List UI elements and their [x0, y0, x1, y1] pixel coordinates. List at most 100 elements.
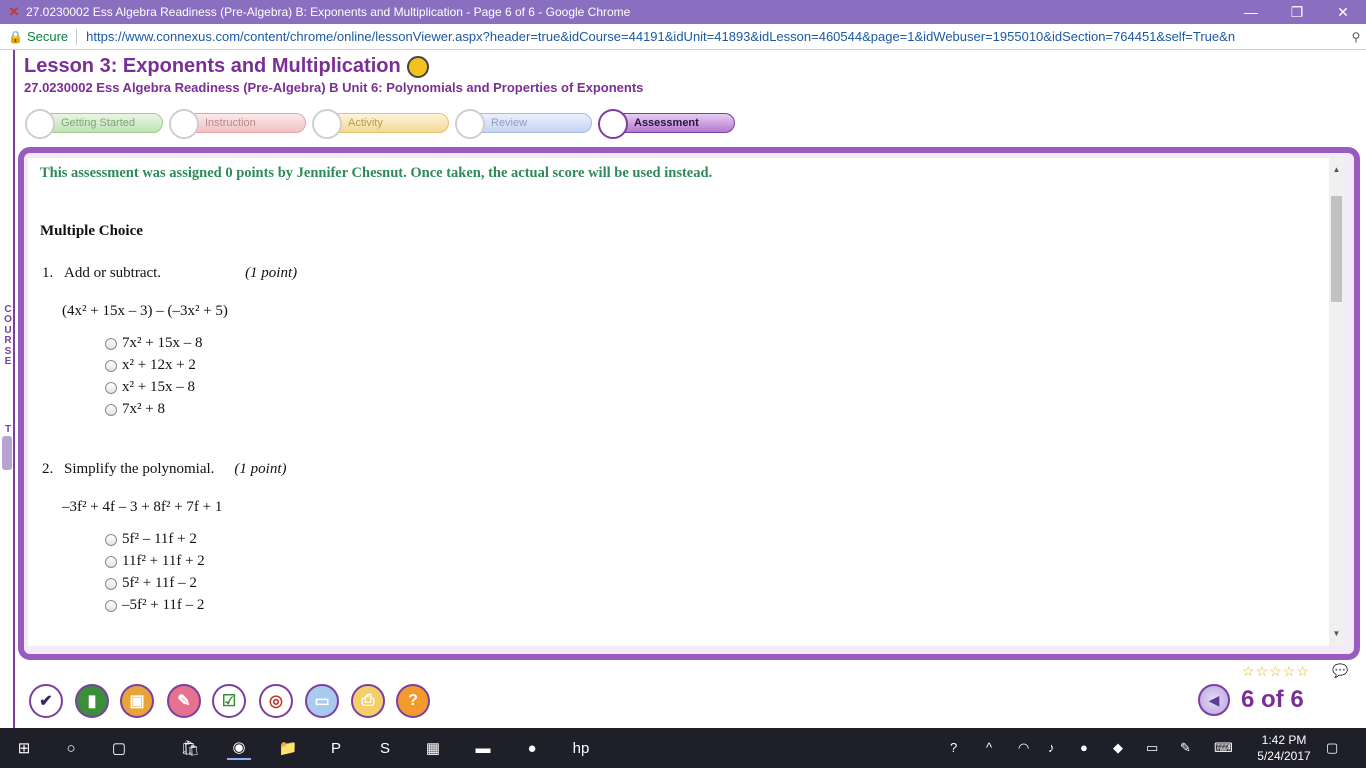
answer-option[interactable]: 7x² + 8	[105, 401, 165, 418]
answer-option[interactable]: 5f² – 11f + 2	[105, 531, 197, 548]
help-tray-icon[interactable]: ?	[950, 740, 957, 755]
radio-button[interactable]	[105, 337, 117, 350]
answer-option[interactable]: 5f² + 11f – 2	[105, 575, 197, 592]
radio-button[interactable]	[105, 359, 117, 372]
restore-button[interactable]: ❐	[1274, 0, 1320, 24]
lock-icon: 🔒	[8, 29, 23, 44]
content-scrollbar[interactable]: ▲ ▼	[1329, 158, 1344, 646]
option-label: 5f² + 11f – 2	[122, 575, 197, 591]
pushpin-icon[interactable]: ✎	[167, 684, 201, 718]
scroll-up-arrow-icon[interactable]: ▲	[1329, 162, 1344, 178]
tab-getting-started[interactable]: Getting Started	[25, 109, 163, 139]
volume-icon[interactable]: ♪	[1048, 740, 1055, 755]
tab-label: Review	[491, 117, 528, 129]
app-tray-icon[interactable]: ●	[1080, 740, 1088, 755]
store-icon[interactable]: 🛍	[178, 736, 202, 760]
question-2-expression: –3f² + 4f – 3 + 8f² + 7f + 1	[62, 499, 223, 515]
calculator-icon[interactable]: ▦	[421, 736, 445, 760]
wifi-icon[interactable]: ◠	[1018, 740, 1029, 756]
previous-page-button[interactable]: ◀	[1198, 684, 1230, 716]
lesson-subtitle: 27.0230002 Ess Algebra Readiness (Pre-Al…	[24, 80, 644, 95]
checkmark-icon[interactable]: ✔	[29, 684, 63, 718]
hp-icon[interactable]: hp	[569, 736, 593, 760]
course-tree-toggle-handle[interactable]	[2, 436, 12, 470]
traffic-light-icon	[25, 109, 55, 139]
radio-button[interactable]	[105, 577, 117, 590]
minimize-button[interactable]: —	[1228, 0, 1274, 24]
printer-icon[interactable]: ⎙	[351, 684, 385, 718]
star-icon[interactable]: ☆	[1256, 663, 1269, 680]
star-icon[interactable]: ☆	[1242, 663, 1255, 680]
answer-option[interactable]: 7x² + 15x – 8	[105, 335, 202, 352]
search-icon[interactable]: ○	[59, 736, 83, 760]
question-2: 2. Simplify the polynomial. (1 point)	[42, 461, 287, 478]
battery-icon[interactable]: ▭	[1146, 740, 1158, 756]
pen-icon[interactable]: ✎	[1180, 740, 1191, 756]
notepad-icon	[598, 109, 628, 139]
star-icon[interactable]: ☆	[1296, 663, 1309, 680]
scrollbar-thumb[interactable]	[1331, 196, 1342, 302]
keyboard-icon[interactable]: ⌨	[1214, 740, 1233, 756]
divider	[76, 28, 78, 45]
option-label: –5f² + 11f – 2	[122, 597, 205, 613]
chevron-up-icon[interactable]: ^	[986, 740, 992, 755]
radio-button[interactable]	[105, 381, 117, 394]
lesson-badge-icon	[406, 55, 429, 78]
question-points: (1 point)	[245, 265, 298, 281]
start-menu-icon[interactable]: ⊞	[12, 736, 36, 760]
radio-button[interactable]	[105, 403, 117, 416]
course-tree-panel[interactable]: C O U R S E T R E E	[0, 50, 15, 728]
answer-option[interactable]: x² + 12x + 2	[105, 357, 196, 374]
pandora-icon[interactable]: P	[324, 736, 348, 760]
chrome-icon[interactable]: ◉	[227, 736, 251, 760]
backpack-icon[interactable]: ▣	[120, 684, 154, 718]
tab-instruction[interactable]: Instruction	[169, 109, 306, 139]
secure-label: Secure	[26, 29, 69, 44]
radio-button[interactable]	[105, 599, 117, 612]
review-icon	[455, 109, 485, 139]
page-count: 6 of 6	[1241, 686, 1304, 713]
skype-icon[interactable]: S	[373, 736, 397, 760]
tab-activity[interactable]: Activity	[312, 109, 449, 139]
window-title-bar: ✕ 27.0230002 Ess Algebra Readiness (Pre-…	[0, 0, 1366, 24]
radio-button[interactable]	[105, 533, 117, 546]
pin-icon[interactable]: ⚲	[1346, 30, 1366, 44]
monitor-icon[interactable]: ▭	[305, 684, 339, 718]
comment-icon[interactable]: 💬	[1332, 663, 1348, 679]
target-icon[interactable]: ◎	[259, 684, 293, 718]
answer-option[interactable]: x² + 15x – 8	[105, 379, 195, 396]
avast-icon[interactable]: ◆	[1113, 740, 1123, 756]
window-title: 27.0230002 Ess Algebra Readiness (Pre-Al…	[26, 5, 631, 19]
answer-option[interactable]: –5f² + 11f – 2	[105, 597, 204, 614]
address-bar[interactable]: 🔒 Secure https://www.connexus.com/conten…	[0, 24, 1366, 50]
answer-option[interactable]: 11f² + 11f + 2	[105, 553, 205, 570]
tab-review[interactable]: Review	[455, 109, 592, 139]
task-view-icon[interactable]: ▢	[107, 736, 131, 760]
option-label: 7x² + 15x – 8	[122, 335, 203, 351]
book-icon[interactable]: ▮	[75, 684, 109, 718]
star-icon[interactable]: ☆	[1283, 663, 1296, 680]
scroll-down-arrow-icon[interactable]: ▼	[1329, 626, 1344, 642]
course-tree-gap	[3, 367, 13, 425]
assessment-content[interactable]: This assessment was assigned 0 points by…	[28, 158, 1329, 646]
url-text[interactable]: https://www.connexus.com/content/chrome/…	[86, 29, 1346, 44]
checklist-icon[interactable]: ☑	[212, 684, 246, 718]
question-1: 1. Add or subtract. (1 point)	[42, 265, 297, 282]
tab-label: Getting Started	[61, 117, 135, 129]
tab-label: Assessment	[634, 117, 699, 129]
tab-label: Instruction	[205, 117, 256, 129]
star-icon[interactable]: ☆	[1269, 663, 1282, 680]
option-label: 5f² – 11f + 2	[122, 531, 197, 547]
clock-time: 1:42 PM	[1261, 733, 1307, 747]
system-clock[interactable]: 1:42 PM 5/24/2017	[1252, 732, 1316, 764]
rating-stars[interactable]: ☆ ☆ ☆ ☆ ☆	[1242, 663, 1309, 680]
spotify-icon[interactable]: ●	[520, 736, 544, 760]
sticky-notes-icon[interactable]: ▬	[471, 736, 495, 760]
close-button[interactable]: ✕	[1320, 0, 1366, 24]
notifications-icon[interactable]: ▢	[1326, 740, 1338, 756]
help-icon[interactable]: ?	[396, 684, 430, 718]
file-explorer-icon[interactable]: 📁	[276, 736, 300, 760]
tab-assessment[interactable]: Assessment	[598, 109, 735, 139]
books-icon	[312, 109, 342, 139]
radio-button[interactable]	[105, 555, 117, 568]
